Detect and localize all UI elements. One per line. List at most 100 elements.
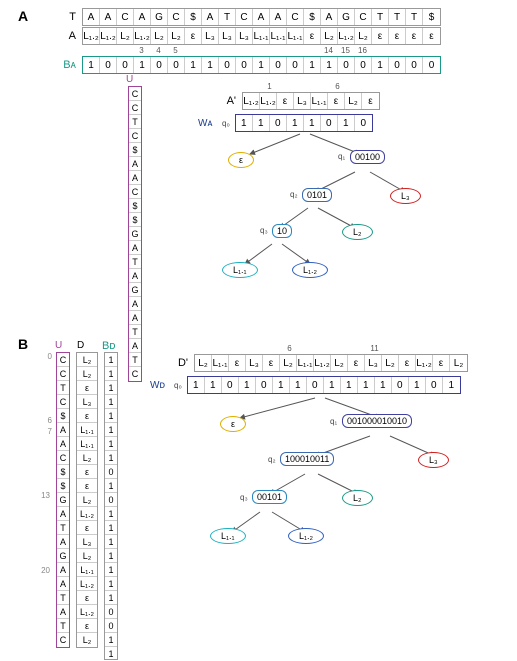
- tree-b-arrows: [160, 394, 490, 584]
- cell: ε: [77, 521, 97, 535]
- panel-b-U-label: U: [55, 340, 62, 351]
- cell: ε: [229, 355, 246, 371]
- cell: [286, 46, 303, 55]
- cell: L₁.₁: [287, 28, 304, 44]
- cell: 0: [355, 115, 372, 131]
- vidx-7: 7: [38, 427, 52, 436]
- cell: L₂: [195, 355, 212, 371]
- cell: [371, 46, 388, 55]
- cell: $: [129, 143, 141, 157]
- cell: [201, 46, 218, 55]
- cell: C: [129, 367, 141, 381]
- cell: 14: [320, 46, 337, 55]
- q3-label-a: q₃: [260, 226, 268, 235]
- WA-label: Wᴀ: [198, 118, 220, 129]
- cell: ε: [423, 28, 440, 44]
- cell: L₁.₁: [270, 28, 287, 44]
- cell: ε: [406, 28, 423, 44]
- cell: C: [57, 367, 69, 381]
- cell: 0: [222, 377, 239, 393]
- cell: A: [129, 297, 141, 311]
- cell: 0: [392, 377, 409, 393]
- cell: L₂: [117, 28, 134, 44]
- cell: L₂: [151, 28, 168, 44]
- cell: 1: [105, 409, 117, 423]
- cell: $: [304, 9, 321, 25]
- row-Dprime: D' L₂L₁.₁εL₃εL₂L₁.₁L₁.₂L₂εL₃L₂εL₁.₂εL₂: [170, 354, 468, 372]
- cell: C: [117, 9, 134, 25]
- cell: 1: [261, 82, 278, 91]
- cell: L₂: [168, 28, 185, 44]
- cell: L₁.₁: [253, 28, 270, 44]
- cell: [363, 82, 380, 91]
- node-n3-a: 10: [272, 224, 292, 238]
- cell: T: [129, 115, 141, 129]
- cell: 0: [219, 57, 236, 73]
- cell: [451, 344, 468, 353]
- cell: [298, 344, 315, 353]
- cell: 1: [358, 377, 375, 393]
- cell: 0: [355, 57, 372, 73]
- cell: 1: [105, 535, 117, 549]
- cell: 1: [83, 57, 100, 73]
- cell: 1: [202, 57, 219, 73]
- cell: $: [185, 9, 202, 25]
- panel-b-BD-label: Bᴅ: [102, 340, 115, 352]
- cell: 1: [372, 57, 389, 73]
- cell: 1: [321, 57, 338, 73]
- node-L12-a: L₁.₂: [292, 262, 328, 278]
- node-L12-b: L₁.₂: [288, 528, 324, 544]
- cell: 1: [105, 381, 117, 395]
- cell: C: [129, 185, 141, 199]
- cell: 1: [409, 377, 426, 393]
- panel-a-U-box: CCTC$AAC$$GATAGAATATC: [128, 86, 142, 382]
- cell: A: [57, 423, 69, 437]
- cell: 15: [337, 46, 354, 55]
- panel-b-D-label: D: [77, 340, 84, 351]
- cell: ε: [348, 355, 365, 371]
- cell: T: [389, 9, 406, 25]
- cell: [346, 82, 363, 91]
- cell: T: [406, 9, 423, 25]
- cell: T: [57, 591, 69, 605]
- cell: A: [129, 269, 141, 283]
- cell: T: [129, 353, 141, 367]
- cell: ε: [362, 93, 379, 109]
- cell: [235, 46, 252, 55]
- row-BA: Bᴀ 100100110010011001000: [58, 56, 441, 74]
- cell: A: [57, 437, 69, 451]
- cell: 1: [375, 377, 392, 393]
- cell: 1: [105, 647, 117, 661]
- cell: L₁.₂: [314, 355, 331, 371]
- cell: L₃: [365, 355, 382, 371]
- cell: A: [57, 535, 69, 549]
- cell: [349, 344, 366, 353]
- cell: 1: [105, 423, 117, 437]
- cell: A: [83, 9, 100, 25]
- row-T: T AACAGC$ATCAAC$AGCTTT$: [58, 8, 441, 26]
- cell: 0: [105, 619, 117, 633]
- cell: 0: [151, 57, 168, 73]
- cell: 0: [256, 377, 273, 393]
- cell: L₃: [77, 395, 97, 409]
- cell: [405, 46, 422, 55]
- q3-label-b: q₃: [240, 493, 248, 502]
- node-L2-b: L₂: [342, 490, 373, 506]
- cell: 0: [270, 57, 287, 73]
- row-T-label: T: [58, 11, 76, 23]
- q2-label-b: q₂: [268, 455, 276, 464]
- vidx-6: 6: [38, 416, 52, 425]
- cell: A: [100, 9, 117, 25]
- panel-a-U-label: U: [126, 74, 133, 85]
- cell: [278, 82, 295, 91]
- cell: [315, 344, 332, 353]
- row-BA-indices: 345141516: [60, 46, 439, 55]
- cell: C: [57, 395, 69, 409]
- cell: L₁.₁: [311, 93, 328, 109]
- cell: 1: [273, 377, 290, 393]
- row-WA: Wᴀ q₀ 11011010: [198, 114, 373, 132]
- cell: L₂: [280, 355, 297, 371]
- cell: 0: [105, 605, 117, 619]
- node-n1-a: 00100: [350, 150, 385, 164]
- node-L11-a: L₁.₁: [222, 262, 258, 278]
